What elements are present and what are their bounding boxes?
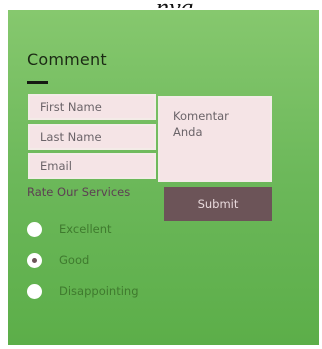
rate-services-label: Rate Our Services bbox=[27, 185, 131, 199]
submit-button[interactable]: Submit bbox=[164, 187, 272, 221]
comment-form-panel: Comment First Name Last Name Email Komen… bbox=[8, 10, 319, 345]
radio-disappointing[interactable] bbox=[27, 283, 42, 299]
comment-textarea[interactable]: Komentar Anda bbox=[158, 96, 272, 182]
email-field[interactable]: Email bbox=[28, 153, 156, 179]
radio-good[interactable] bbox=[27, 252, 42, 268]
rating-option-disappointing[interactable]: Disappointing bbox=[27, 283, 139, 299]
title-underline bbox=[27, 81, 48, 84]
rating-option-label: Good bbox=[59, 253, 90, 267]
heading-fragment: nya. bbox=[156, 0, 200, 8]
truncated-heading-text: nya. bbox=[0, 0, 322, 8]
rating-option-label: Excellent bbox=[59, 222, 112, 236]
rating-option-excellent[interactable]: Excellent bbox=[27, 221, 112, 237]
rating-option-good[interactable]: Good bbox=[27, 252, 89, 268]
radio-excellent[interactable] bbox=[27, 221, 42, 237]
form-title: Comment bbox=[27, 50, 107, 69]
last-name-field[interactable]: Last Name bbox=[28, 124, 156, 150]
first-name-field[interactable]: First Name bbox=[28, 94, 156, 120]
rating-option-label: Disappointing bbox=[59, 284, 139, 298]
